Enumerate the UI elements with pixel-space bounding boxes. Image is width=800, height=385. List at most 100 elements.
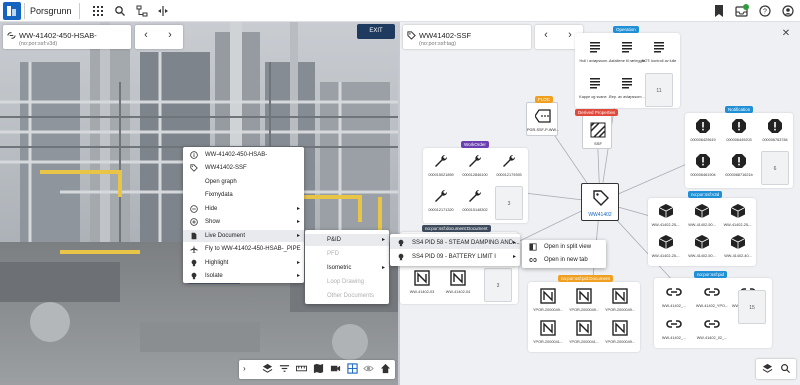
workorder-tag: WorkOrder <box>461 141 489 148</box>
cube-icon <box>730 235 746 249</box>
pid-document-tag: no:por:ssf:pid:Document <box>558 275 613 282</box>
v3d-node[interactable]: WW-41402-25-... <box>652 232 680 266</box>
wrench-icon <box>435 154 448 167</box>
node-caption: WW-41402_... <box>661 336 687 340</box>
pid-node[interactable]: YPOR-2000049... <box>533 286 563 320</box>
floc-node[interactable]: FLOC PGR-SSF-P-WW... <box>526 96 559 136</box>
filter-icon[interactable] <box>279 363 290 374</box>
v3d-node[interactable]: WW-41402-50... <box>688 232 716 266</box>
lightbulb-icon <box>398 239 404 247</box>
document-node[interactable]: WW-41402-03 <box>408 268 436 302</box>
operation-tag: Operation <box>613 26 639 33</box>
workorder-node[interactable]: 000015148302 <box>461 186 489 220</box>
node-caption: YPOR-2000049... <box>569 308 599 312</box>
node-caption: 000006763784 <box>762 138 788 142</box>
workorder-node[interactable]: 000015021859 <box>427 151 455 185</box>
v3d-node[interactable]: WW-41402-50... <box>688 201 716 235</box>
node-caption: 000012179393 <box>496 173 522 177</box>
node-caption: 000006871621b <box>725 173 753 177</box>
menu-item-isolate[interactable]: Isolate ▸ <box>183 270 304 282</box>
pid-node[interactable]: YPOR-2000049... <box>605 318 635 352</box>
pid-drawing-icon <box>450 270 466 286</box>
notification-node[interactable]: 000006763784 <box>761 116 789 150</box>
list-icon <box>622 42 632 53</box>
wrench-icon <box>435 189 448 202</box>
operation-group: Operation Hull i avløpssom... Asfaltene … <box>575 26 680 108</box>
derived-properties-node[interactable]: Derived Properties SSF <box>575 109 619 149</box>
menu-item-object-name[interactable]: WW-41402-450-HSAB- <box>183 149 304 161</box>
notification-node[interactable]: 000006429619 <box>689 116 717 150</box>
more-nodes-button[interactable]: 15 <box>738 290 766 324</box>
node-caption: YPOR-2000041... <box>533 340 563 344</box>
cube-icon <box>658 204 674 218</box>
submenu-arrow-icon: ▸ <box>296 273 300 279</box>
submenu-item-pid-58[interactable]: SS4 PID 58 - STEAM DAMPING AND ... ▸ <box>390 237 520 249</box>
operation-node[interactable]: Hull i avløpssom... <box>579 37 611 71</box>
pid-link-node[interactable]: WW-41402_... <box>660 314 688 348</box>
cube-icon <box>658 235 674 249</box>
operation-node[interactable]: Asfaltene til rørlegger... <box>609 37 645 71</box>
menu-item-fixmydata[interactable]: Fixmydata <box>183 189 304 201</box>
plane-icon <box>190 245 198 253</box>
menu-item-live-document[interactable]: Live Document ▸ <box>183 230 304 242</box>
alert-octagon-icon <box>696 154 710 168</box>
menu-item-hide[interactable]: Hide ▸ <box>183 203 304 215</box>
pid-drawing-icon <box>612 320 628 336</box>
more-nodes-button[interactable]: 3 <box>484 268 512 302</box>
more-count: 11 <box>656 88 662 94</box>
workorder-node[interactable]: 000012179393 <box>495 151 523 185</box>
node-caption: WW-41402-25-... <box>723 223 753 227</box>
layers-icon[interactable] <box>262 363 273 374</box>
operation-node[interactable]: NOT: kontroll av lulle <box>642 37 676 71</box>
notification-node[interactable]: 000006461904 <box>689 151 717 185</box>
layers-icon[interactable] <box>762 363 773 374</box>
notification-node[interactable]: 000006449203 <box>725 116 753 150</box>
node-caption: WW-41402_02_... <box>696 336 728 340</box>
operation-node[interactable]: Kappe og svane ... <box>579 73 611 107</box>
menu-item-open-graph[interactable]: Open graph <box>183 176 304 188</box>
center-tag-node[interactable]: WW41402 <box>581 183 619 221</box>
v3d-node[interactable]: WW-41402-25-... <box>724 201 752 235</box>
ruler-icon[interactable] <box>296 363 307 374</box>
submenu-item-isometric[interactable]: Isometric ▸ <box>305 262 389 274</box>
workorder-node[interactable]: 000012846100 <box>461 151 489 185</box>
more-nodes-button[interactable]: 11 <box>645 73 673 107</box>
v3d-node[interactable]: WW-41402-25-... <box>652 201 680 235</box>
operation-node[interactable]: Rep. av avløpssom ... <box>609 73 645 107</box>
pid-node[interactable]: YPOR-2000041... <box>533 318 563 352</box>
pid-drawing-icon <box>414 270 430 286</box>
home-icon[interactable] <box>380 363 391 374</box>
pid-link-node[interactable]: WW-41402_YPO... <box>696 282 728 316</box>
node-caption: WW-41402-50... <box>688 254 716 258</box>
submenu-item-pid-09[interactable]: SS4 PID 09 - BATTERY LIMIT I ▸ <box>390 251 520 263</box>
pid-node[interactable]: YPOR-2000049... <box>605 286 635 320</box>
camera-video-icon[interactable] <box>330 363 341 374</box>
eye-icon[interactable] <box>363 363 374 374</box>
map-icon[interactable] <box>313 363 324 374</box>
menu-item-fly-to[interactable]: Fly to WW-41402-450-HSAB-_PIPE <box>183 243 304 255</box>
pid-drawing-icon <box>540 320 556 336</box>
search-icon[interactable] <box>780 363 791 374</box>
pid-link-node[interactable]: WW-41402_... <box>660 282 688 316</box>
open-in-new-tab[interactable]: Open in new tab <box>522 254 606 266</box>
submenu-item-pid[interactable]: P&ID ▸ <box>305 234 389 246</box>
menu-item-show[interactable]: Show ▸ <box>183 216 304 228</box>
workorder-node[interactable]: 000012171320 <box>427 186 455 220</box>
more-nodes-button[interactable]: 6 <box>761 151 789 185</box>
node-caption: Asfaltene til rørlegger... <box>609 59 645 63</box>
document-node[interactable]: WW-41402-04 <box>444 268 472 302</box>
notification-node[interactable]: 000006871621b <box>725 151 753 185</box>
open-in-split-view[interactable]: Open in split view <box>522 241 606 253</box>
menu-item-tag-name[interactable]: WW41402-SSF <box>183 162 304 174</box>
pid-link-node[interactable]: WW-41402_02_... <box>697 314 727 348</box>
submenu-arrow-icon: ▸ <box>381 237 385 243</box>
pid-node[interactable]: YPOR-2000049... <box>569 286 599 320</box>
cube-icon <box>694 204 710 218</box>
collapse-chevron-icon[interactable]: › <box>243 363 254 374</box>
more-nodes-button[interactable]: 3 <box>495 186 523 220</box>
pid-node[interactable]: YPOR-2000041... <box>569 318 599 352</box>
node-caption: 000012171320 <box>428 208 454 212</box>
grid-select-icon[interactable] <box>347 363 358 374</box>
v3d-node[interactable]: WW-41402-40... <box>724 232 752 266</box>
menu-item-highlight[interactable]: Highlight ▸ <box>183 257 304 269</box>
